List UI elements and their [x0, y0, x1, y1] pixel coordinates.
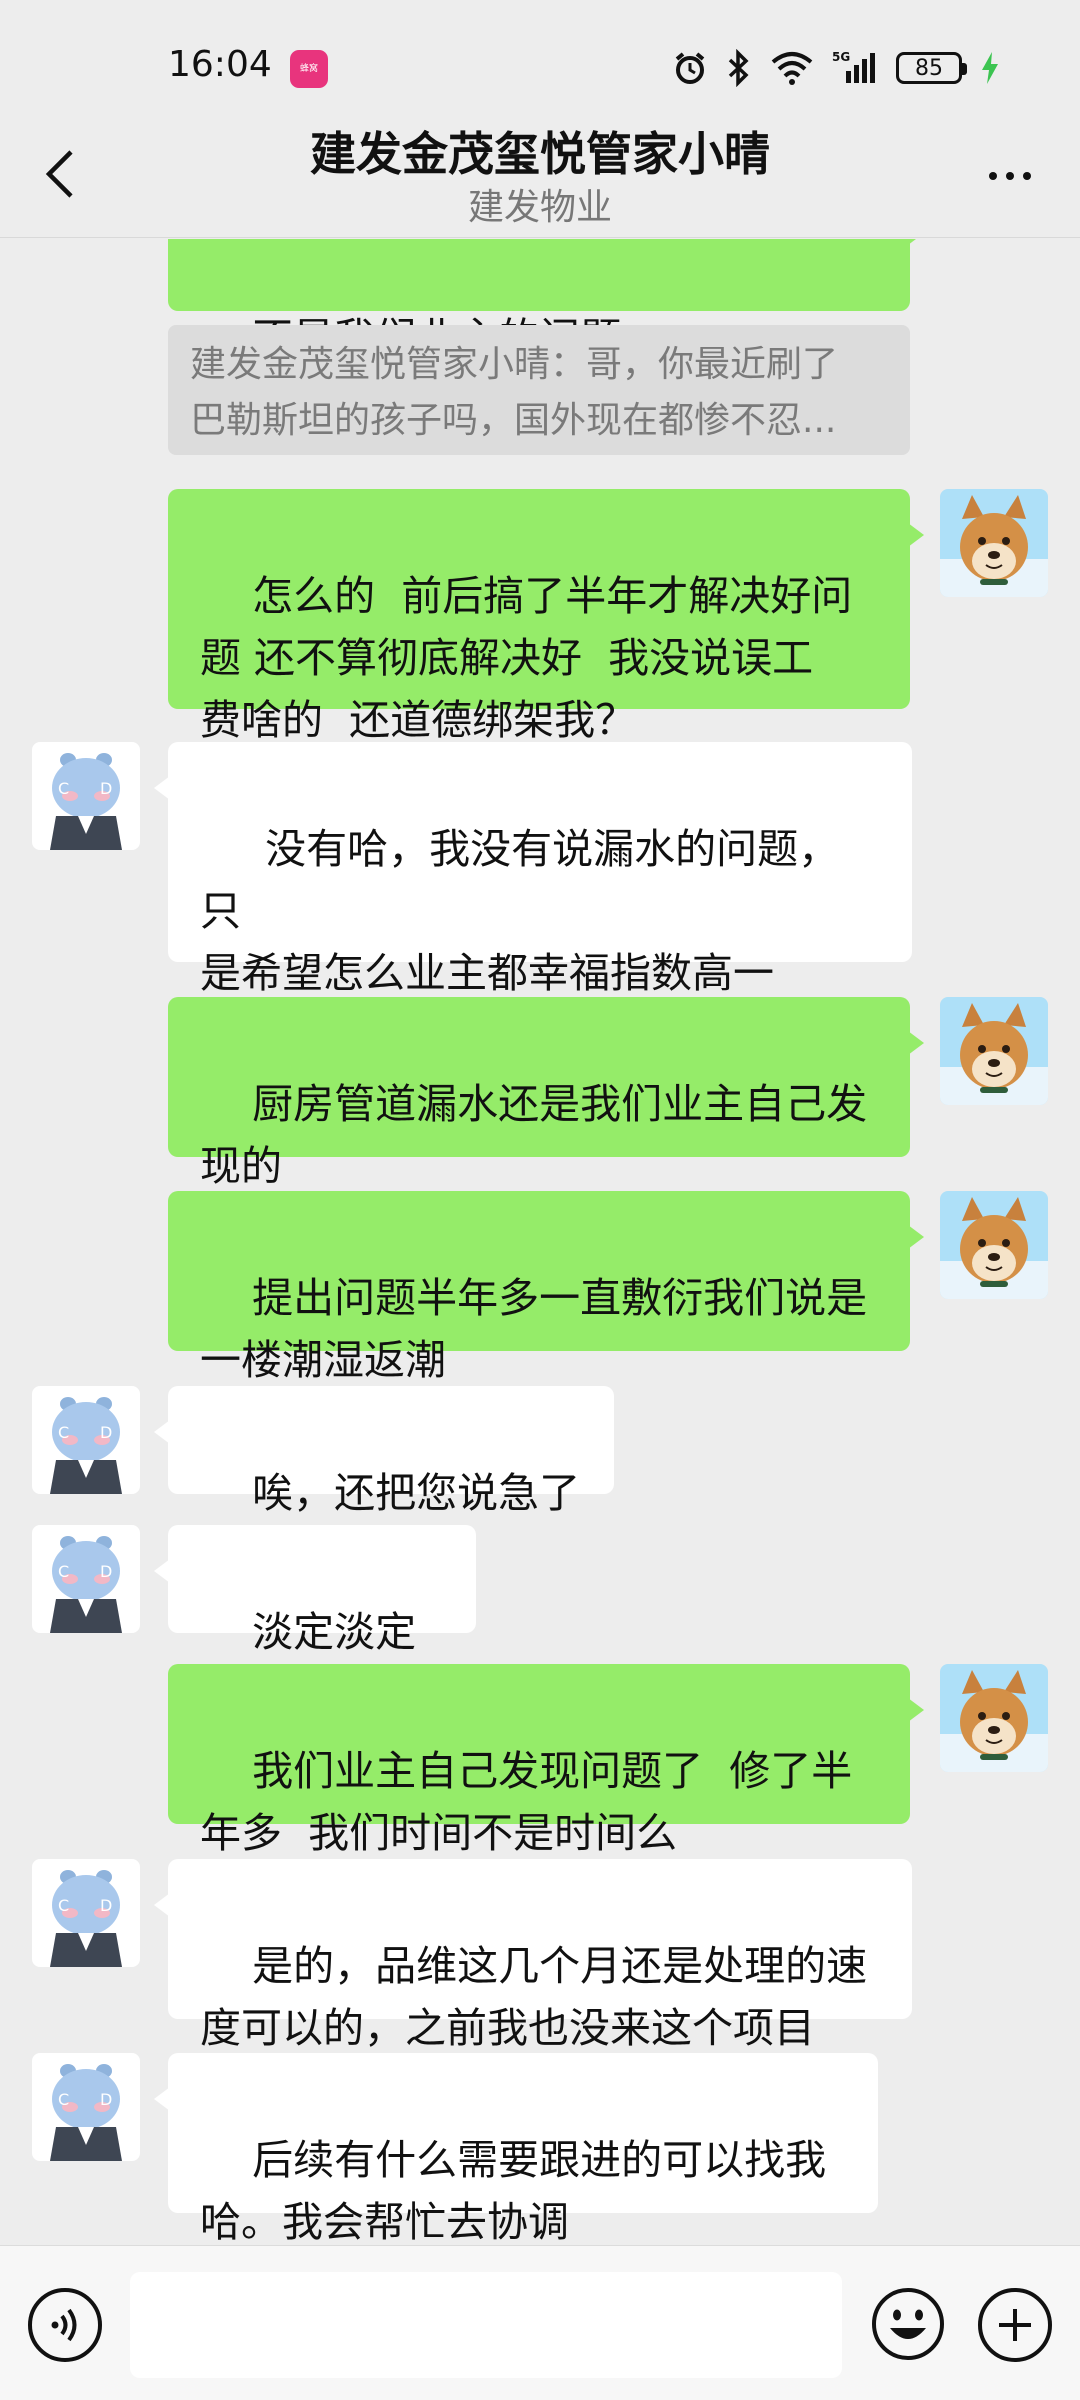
plus-icon: [999, 2309, 1031, 2341]
my-avatar[interactable]: [940, 489, 1048, 597]
message-text: 提出问题半年多一直敷衍我们说是 一楼潮湿返潮: [200, 1274, 868, 1384]
svg-text:C: C: [58, 1896, 69, 1915]
my-message[interactable]: 怎么的 前后搞了半年才解决好问 题 还不算彻底解决好 我没说误工 费啥的 还道德…: [168, 489, 924, 744]
quoted-message-line: 巴勒斯坦的孩子吗，国外现在都惨不忍...: [190, 400, 837, 441]
more-icon-dot: [989, 172, 997, 180]
shiba-dog-avatar-icon: [940, 1191, 1048, 1299]
contact-message[interactable]: 是的，品维这几个月还是处理的速 度可以的，之前我也没来这个项目: [154, 1859, 912, 2052]
chat-title: 建发金茂玺悦管家小晴: [310, 127, 770, 181]
message-text: 唉，还把您说急了: [252, 1469, 581, 1517]
svg-text:C: C: [58, 1562, 69, 1581]
chat-subtitle: 建发物业: [467, 187, 612, 228]
contact-message[interactable]: 唉，还把您说急了: [154, 1386, 614, 1517]
contact-avatar[interactable]: C D: [32, 2053, 140, 2161]
svg-text:D: D: [100, 2090, 112, 2109]
message-text: 我们业主自己发现问题了 修了半 年多 我们时间不是时间么: [200, 1747, 853, 1857]
message-text: 怎么的 前后搞了半年才解决好问 题 还不算彻底解决好 我没说误工 费啥的 还道德…: [200, 572, 853, 744]
svg-text:D: D: [100, 779, 112, 798]
message-list[interactable]: 不是我们业主的问题 建发金茂玺悦管家小晴：哥，你最近刷了 巴勒斯坦的孩子吗，国外…: [0, 239, 1080, 2245]
contact-avatar[interactable]: C D: [32, 742, 140, 850]
contact-avatar[interactable]: C D: [32, 1859, 140, 1967]
my-avatar[interactable]: [940, 997, 1048, 1105]
quoted-message[interactable]: 建发金茂玺悦管家小晴：哥，你最近刷了 巴勒斯坦的孩子吗，国外现在都惨不忍...: [168, 325, 910, 455]
shiba-dog-avatar-icon: [940, 1664, 1048, 1772]
battery-level: 85: [915, 55, 943, 81]
emoji-button[interactable]: [870, 2286, 946, 2362]
message-text: 后续有什么需要跟进的可以找我 哈。我会帮忙去协调: [200, 2136, 827, 2245]
message-input[interactable]: [130, 2272, 842, 2378]
voice-button[interactable]: [28, 2288, 102, 2362]
voice-icon: [51, 2308, 77, 2342]
svg-text:D: D: [100, 1423, 112, 1442]
my-message[interactable]: 提出问题半年多一直敷衍我们说是 一楼潮湿返潮: [168, 1191, 924, 1384]
my-avatar[interactable]: [940, 1664, 1048, 1772]
my-message[interactable]: 厨房管道漏水还是我们业主自己发 现的: [168, 997, 924, 1190]
message-text: 厨房管道漏水还是我们业主自己发 现的: [200, 1080, 868, 1190]
emoji-icon: [872, 2288, 944, 2360]
more-icon-dot: [1006, 172, 1014, 180]
cellular-signal-icon: 5G: [832, 49, 878, 87]
contact-message[interactable]: 没有哈，我没有说漏水的问题，只 是希望怎么业主都幸福指数高一 点。😊: [154, 742, 912, 1059]
blue-hippo-avatar-icon: C D: [32, 1386, 140, 1494]
blue-hippo-avatar-icon: C D: [32, 1525, 140, 1633]
svg-text:C: C: [58, 1423, 69, 1442]
blue-hippo-avatar-icon: C D: [32, 1859, 140, 1967]
blue-hippo-avatar-icon: C D: [32, 2053, 140, 2161]
contact-avatar[interactable]: C D: [32, 1386, 140, 1494]
bluetooth-icon: [726, 49, 752, 87]
svg-text:D: D: [100, 1896, 112, 1915]
message-text: 是的，品维这几个月还是处理的速 度可以的，之前我也没来这个项目: [200, 1942, 868, 2052]
quoted-message-line: 建发金茂玺悦管家小晴：哥，你最近刷了: [190, 344, 839, 385]
contact-avatar[interactable]: C D: [32, 1525, 140, 1633]
more-icon-dot: [1023, 172, 1031, 180]
battery-indicator: 85: [896, 52, 967, 84]
input-bar: [0, 2245, 1080, 2400]
blue-hippo-avatar-icon: C D: [32, 742, 140, 850]
my-message[interactable]: 不是我们业主的问题: [168, 239, 924, 362]
contact-message[interactable]: 淡定淡定哈: [154, 1525, 476, 1718]
alarm-icon: [672, 50, 708, 86]
svg-text:D: D: [100, 1562, 112, 1581]
wifi-icon: [770, 50, 814, 86]
svg-text:C: C: [58, 2090, 69, 2109]
status-icons: 5G 85: [672, 46, 1000, 90]
contact-message[interactable]: 后续有什么需要跟进的可以找我 哈。我会帮忙去协调: [154, 2053, 878, 2245]
svg-text:C: C: [58, 779, 69, 798]
svg-text:5G: 5G: [832, 50, 850, 64]
more-button[interactable]: [980, 156, 1040, 196]
chat-header: 建发金茂玺悦管家小晴 建发物业: [0, 110, 1080, 238]
my-avatar[interactable]: [940, 1191, 1048, 1299]
my-message[interactable]: 我们业主自己发现问题了 修了半 年多 我们时间不是时间么: [168, 1664, 924, 1857]
shiba-dog-avatar-icon: [940, 489, 1048, 597]
plus-button[interactable]: [978, 2288, 1052, 2362]
app-notification-icon: 蜂窝: [290, 50, 328, 88]
status-time: 16:04: [168, 44, 272, 85]
charging-icon: [980, 50, 1000, 86]
shiba-dog-avatar-icon: [940, 997, 1048, 1105]
